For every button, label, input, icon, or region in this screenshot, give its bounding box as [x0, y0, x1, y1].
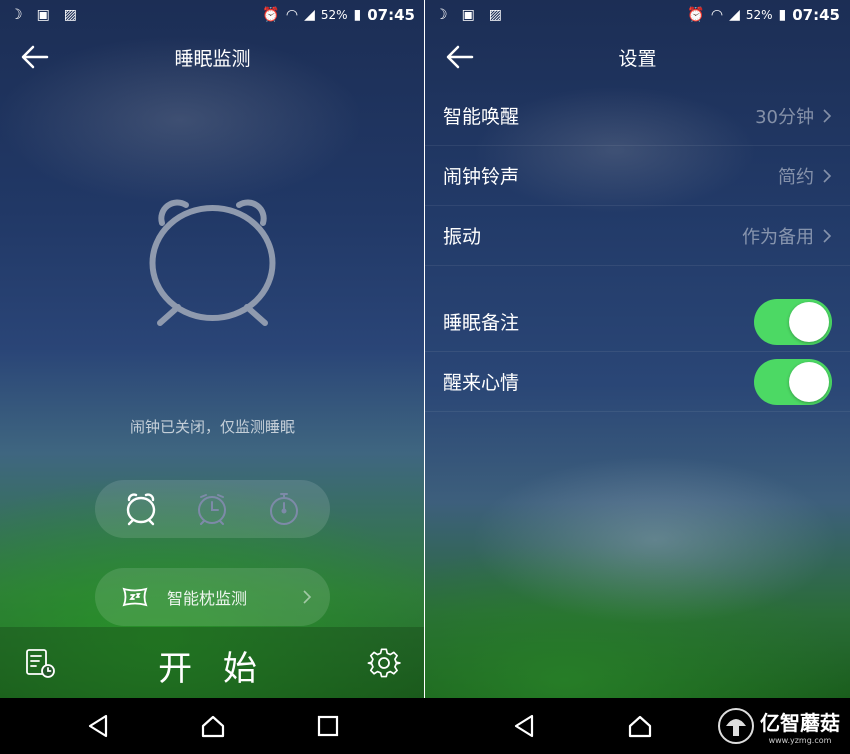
smart-pillow-label: 智能枕监测 [167, 589, 248, 608]
signal-icon: ◢ [304, 7, 315, 23]
phone-icon: ▣ [461, 7, 475, 23]
settings-list: 智能唤醒 30分钟 闹钟铃声 简约 振动 作为备用 睡眠备注 醒来心情 [425, 86, 850, 412]
nav-recents-button[interactable] [313, 711, 343, 741]
setting-smart-wake[interactable]: 智能唤醒 30分钟 [425, 86, 850, 146]
moon-icon: ☽ [10, 7, 23, 23]
sleep-monitor-screen: ☽ ▣ ▨ ⏰ ◠ ◢ 52% ▮ 07:45 睡眠监测 闹钟已关闭，仅监测睡眠 [0, 0, 425, 698]
mode-timer[interactable] [264, 489, 304, 529]
setting-alarm-ringtone[interactable]: 闹钟铃声 简约 [425, 146, 850, 206]
mode-alarm[interactable] [121, 489, 161, 529]
setting-label: 睡眠备注 [443, 312, 520, 334]
back-arrow-icon[interactable] [445, 44, 475, 70]
wifi-icon: ◠ [285, 7, 299, 23]
sleep-notes-toggle[interactable] [754, 298, 832, 345]
home-icon [628, 715, 652, 738]
clock-icon [198, 494, 227, 525]
setting-label: 闹钟铃声 [443, 166, 520, 188]
moon-icon: ☽ [435, 7, 448, 23]
alarm-clock-icon [126, 493, 156, 526]
nav-home-button[interactable] [198, 711, 228, 741]
alarm-status-icon: ⏰ [687, 7, 705, 23]
triangle-back-icon [88, 714, 107, 738]
brand-url: www.yzmg.com [768, 736, 832, 745]
chevron-right-icon [303, 590, 312, 604]
wake-mood-toggle[interactable] [754, 358, 832, 405]
setting-label: 智能唤醒 [443, 106, 520, 128]
setting-sleep-notes: 睡眠备注 [425, 292, 850, 352]
status-bar: ☽ ▣ ▨ ⏰ ◠ ◢ 52% ▮ 07:45 [425, 0, 850, 30]
navigation-bar [0, 698, 425, 754]
chevron-right-icon [823, 108, 832, 123]
battery-percent: 52% [320, 8, 348, 22]
battery-icon: ▮ [353, 7, 362, 23]
settings-screen: ☽ ▣ ▨ ⏰ ◠ ◢ 52% ▮ 07:45 设置 智能唤醒 30分钟 闹钟铃… [425, 0, 850, 698]
stopwatch-icon [270, 493, 299, 525]
setting-value: 简约 [778, 166, 814, 188]
setting-wake-mood: 醒来心情 [425, 352, 850, 412]
header: 睡眠监测 [0, 38, 425, 76]
chevron-right-icon [823, 168, 832, 183]
toggle-knob [789, 361, 829, 402]
mode-selector [95, 480, 330, 538]
battery-percent: 52% [745, 8, 773, 22]
smart-pillow-button[interactable]: 智能枕监测 [95, 568, 330, 626]
watermark-brand: 亿智蘑菇 www.yzmg.com [716, 706, 840, 746]
setting-value: 作为备用 [742, 226, 814, 248]
setting-value: 30分钟 [755, 106, 814, 128]
wifi-icon: ◠ [710, 7, 724, 23]
pillow-icon [122, 587, 148, 607]
start-button[interactable]: 开 始 [0, 641, 425, 690]
image-icon: ▨ [63, 7, 78, 23]
status-time: 07:45 [792, 6, 840, 24]
brand-name: 亿智蘑菇 [760, 711, 840, 735]
page-title: 设置 [618, 47, 657, 70]
alarm-off-notice: 闹钟已关闭，仅监测睡眠 [129, 418, 295, 436]
nav-back-button[interactable] [509, 711, 539, 741]
mode-clock[interactable] [192, 489, 232, 529]
header: 设置 [425, 38, 850, 76]
nav-back-button[interactable] [83, 711, 113, 741]
status-bar: ☽ ▣ ▨ ⏰ ◠ ◢ 52% ▮ 07:45 [0, 0, 425, 30]
bottom-bar: 开 始 [0, 627, 425, 698]
setting-vibration[interactable]: 振动 作为备用 [425, 206, 850, 266]
gear-icon[interactable] [367, 646, 401, 680]
nav-home-button[interactable] [625, 711, 655, 741]
image-icon: ▨ [488, 7, 503, 23]
alarm-clock-icon [149, 199, 276, 326]
phone-icon: ▣ [36, 7, 50, 23]
chevron-right-icon [823, 228, 832, 243]
triangle-back-icon [514, 714, 534, 738]
setting-label: 醒来心情 [443, 372, 520, 394]
toggle-knob [789, 301, 829, 342]
setting-label: 振动 [443, 226, 482, 248]
brand-logo-icon [718, 708, 754, 744]
page-title: 睡眠监测 [174, 47, 251, 70]
battery-icon: ▮ [778, 7, 787, 23]
back-arrow-icon[interactable] [20, 44, 50, 70]
status-time: 07:45 [367, 6, 415, 24]
alarm-status-icon: ⏰ [262, 7, 280, 23]
signal-icon: ◢ [729, 7, 740, 23]
square-icon [317, 715, 338, 737]
home-icon [201, 715, 224, 738]
